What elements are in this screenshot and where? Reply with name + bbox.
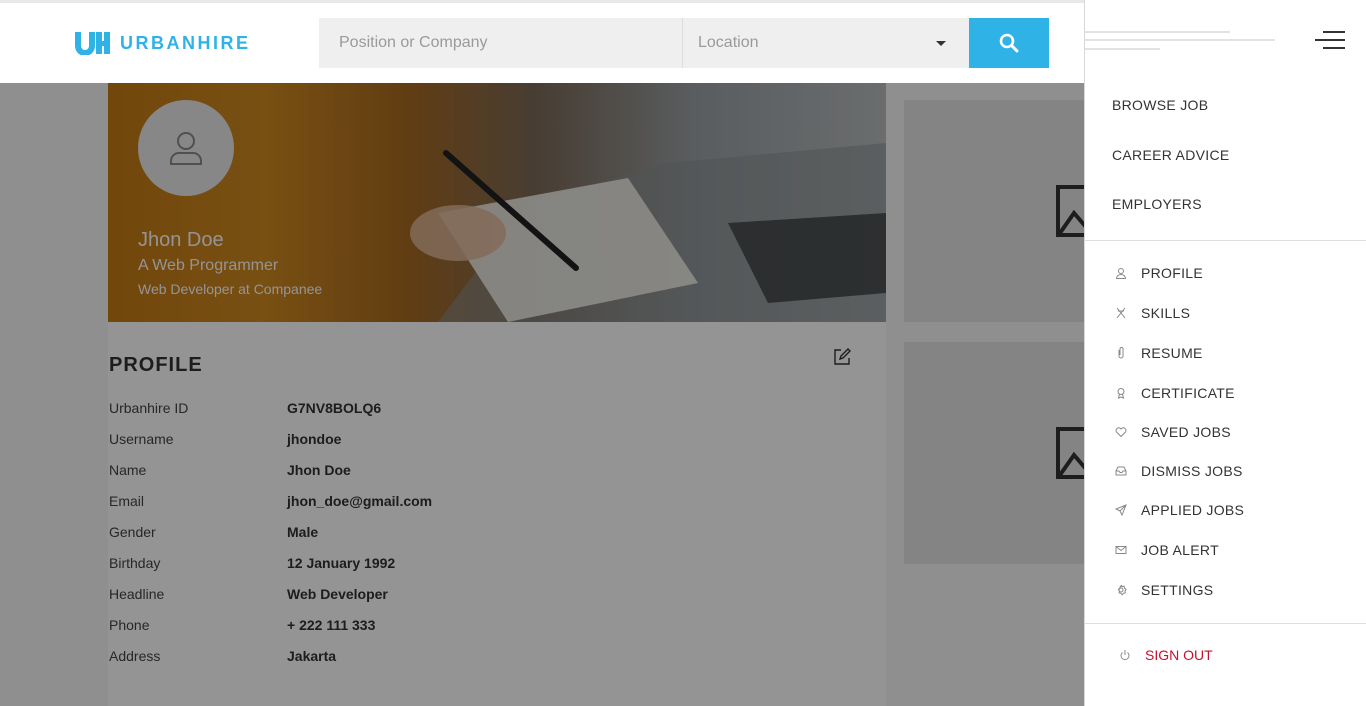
position-company-input[interactable] (319, 18, 682, 68)
sign-out-button[interactable]: SIGN OUT (1119, 647, 1213, 663)
inbox-icon (1115, 466, 1127, 476)
paperclip-icon (1118, 347, 1124, 359)
decorative-lines (1085, 31, 1275, 50)
menu-item-certificate[interactable]: CERTIFICATE (1115, 385, 1235, 401)
menu-item-label: DISMISS JOBS (1141, 463, 1243, 479)
search-icon (999, 33, 1019, 53)
menu-item-label: SETTINGS (1141, 582, 1214, 598)
divider (1085, 623, 1366, 624)
sign-out-label: SIGN OUT (1145, 647, 1213, 663)
menu-item-label: PROFILE (1141, 265, 1204, 281)
menu-item-resume[interactable]: RESUME (1115, 345, 1203, 361)
logo-mark-icon (75, 32, 110, 55)
menu-item-label: JOB ALERT (1141, 542, 1219, 558)
location-select[interactable]: Location (682, 18, 969, 68)
skills-icon (1116, 307, 1126, 319)
user-icon (1115, 268, 1127, 279)
menu-item-label: CERTIFICATE (1141, 385, 1235, 401)
menu-item-label: SKILLS (1141, 305, 1191, 321)
nav-employers[interactable]: EMPLOYERS (1112, 196, 1202, 212)
menu-item-label: APPLIED JOBS (1141, 502, 1245, 518)
menu-item-label: SAVED JOBS (1141, 424, 1231, 440)
heart-icon (1115, 427, 1127, 438)
nav-browse-job[interactable]: BROWSE JOB (1112, 97, 1208, 113)
job-search-bar: Location (319, 18, 1049, 68)
menu-item-saved-jobs[interactable]: SAVED JOBS (1115, 424, 1231, 440)
urbanhire-logo[interactable]: URBANHIRE (74, 31, 251, 55)
menu-item-label: RESUME (1141, 345, 1203, 361)
menu-item-dismiss-jobs[interactable]: DISMISS JOBS (1115, 463, 1243, 479)
power-icon (1120, 650, 1130, 661)
search-button[interactable] (969, 18, 1049, 68)
gear-icon (1117, 584, 1127, 596)
mail-icon (1115, 546, 1127, 554)
drawer-backdrop[interactable] (0, 83, 1085, 706)
hamburger-menu-icon[interactable] (1315, 30, 1345, 50)
certificate-icon (1117, 388, 1125, 399)
menu-item-skills[interactable]: SKILLS (1115, 305, 1190, 321)
menu-item-settings[interactable]: SETTINGS (1115, 582, 1213, 598)
menu-item-job-alert[interactable]: JOB ALERT (1115, 542, 1219, 558)
location-placeholder: Location (698, 34, 759, 51)
send-icon (1115, 504, 1127, 516)
logo-text: URBANHIRE (120, 32, 251, 53)
menu-item-profile[interactable]: PROFILE (1115, 265, 1203, 281)
caret-down-icon (936, 40, 946, 46)
nav-career-advice[interactable]: CAREER ADVICE (1112, 147, 1230, 163)
navigation-drawer: BROWSE JOB CAREER ADVICE EMPLOYERS PROFI… (1084, 0, 1366, 706)
divider (1085, 240, 1366, 241)
menu-item-applied-jobs[interactable]: APPLIED JOBS (1115, 502, 1244, 518)
